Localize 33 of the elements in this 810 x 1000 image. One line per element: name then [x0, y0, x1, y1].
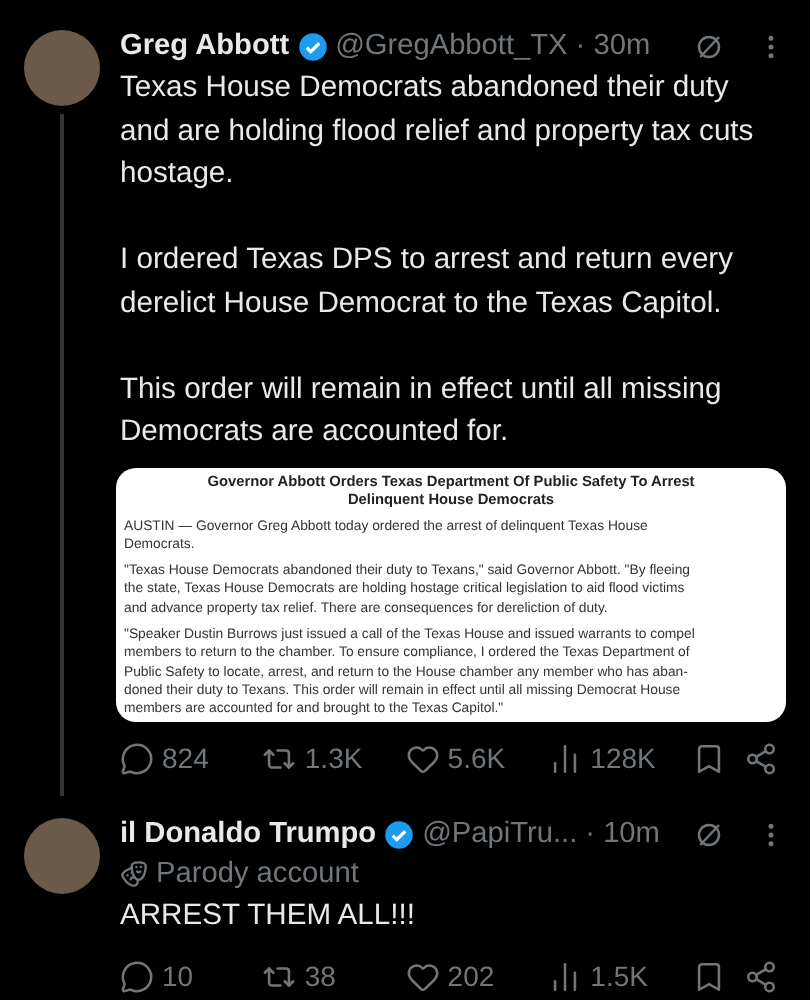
repost-button[interactable]: 38: [262, 955, 387, 998]
views-button[interactable]: 1.5K: [548, 955, 673, 998]
post-time: · 30m: [575, 28, 651, 66]
post-text: This order will remain in effect until all missing Democrats are accounted for.: [120, 371, 724, 452]
avatar[interactable]: [24, 818, 100, 895]
slashed-circle-icon[interactable]: [694, 31, 724, 61]
like-button[interactable]: 202: [405, 955, 530, 998]
like-button[interactable]: 5.6K: [405, 738, 530, 781]
share-button[interactable]: [743, 959, 778, 994]
avatar[interactable]: [24, 30, 100, 106]
reply-icon: [120, 742, 154, 777]
heart-icon: [405, 742, 440, 777]
share-icon: [743, 959, 778, 994]
views-button[interactable]: 128K: [548, 738, 673, 781]
user-handle[interactable]: @PapiTru...: [422, 814, 578, 855]
share-icon: [743, 742, 778, 777]
slashed-circle-icon[interactable]: [694, 819, 724, 850]
parody-label: Parody account: [156, 856, 359, 895]
reply-button[interactable]: 824: [120, 738, 244, 781]
post-text: Texas House Democrats abandoned their duty and are holding flood relief and property tax cuts hostage.: [120, 70, 756, 194]
press-release-image[interactable]: [116, 467, 786, 723]
theater-masks-icon: [120, 860, 148, 889]
display-name[interactable]: Greg Abbott: [120, 26, 290, 66]
share-button[interactable]: [743, 742, 778, 777]
display-name[interactable]: il Donaldo Trumpo: [120, 814, 377, 855]
post-time: · 10m: [585, 816, 660, 855]
heart-icon: [405, 959, 440, 994]
repost-button[interactable]: 1.3K: [262, 738, 387, 781]
reply-icon: [120, 959, 154, 994]
post-text: ARREST THEM ALL!!!: [120, 898, 417, 937]
reply-button[interactable]: 10: [120, 955, 244, 998]
user-handle[interactable]: @GregAbbott_TX: [335, 26, 568, 66]
post-text: I ordered Texas DPS to arrest and return every derelict House Democrat to the Texas Capitol.: [120, 242, 736, 323]
